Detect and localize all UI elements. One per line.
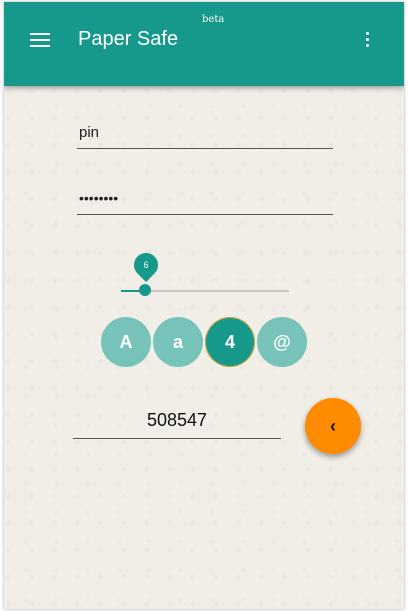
result-value[interactable]: 508547 <box>147 410 207 430</box>
length-slider[interactable] <box>121 284 289 296</box>
name-field <box>77 118 337 149</box>
slider-value-label: 6 <box>143 260 149 270</box>
toggle-digits-button[interactable]: 4 <box>205 317 255 367</box>
result-field: 508547 <box>73 408 281 439</box>
name-input[interactable] <box>77 118 337 146</box>
more-vert-icon[interactable] <box>361 30 373 50</box>
app-bar: Paper Safe beta <box>4 2 404 86</box>
hamburger-menu-icon[interactable] <box>30 32 50 48</box>
toggle-lowercase-button[interactable]: a <box>153 317 203 367</box>
toggle-symbols-button[interactable]: @ <box>257 317 307 367</box>
password-input[interactable] <box>77 184 337 212</box>
back-fab-button[interactable]: ‹ <box>305 398 361 454</box>
chevron-left-icon: ‹ <box>330 416 336 436</box>
password-field <box>77 184 337 215</box>
slider-thumb[interactable] <box>138 284 151 296</box>
app-title: Paper Safe <box>78 28 179 50</box>
app-window: Paper Safe beta 6 Aa4@ 508547 ‹ <box>4 2 404 609</box>
beta-badge: beta <box>202 14 225 25</box>
toggle-uppercase-button[interactable]: A <box>101 317 151 367</box>
